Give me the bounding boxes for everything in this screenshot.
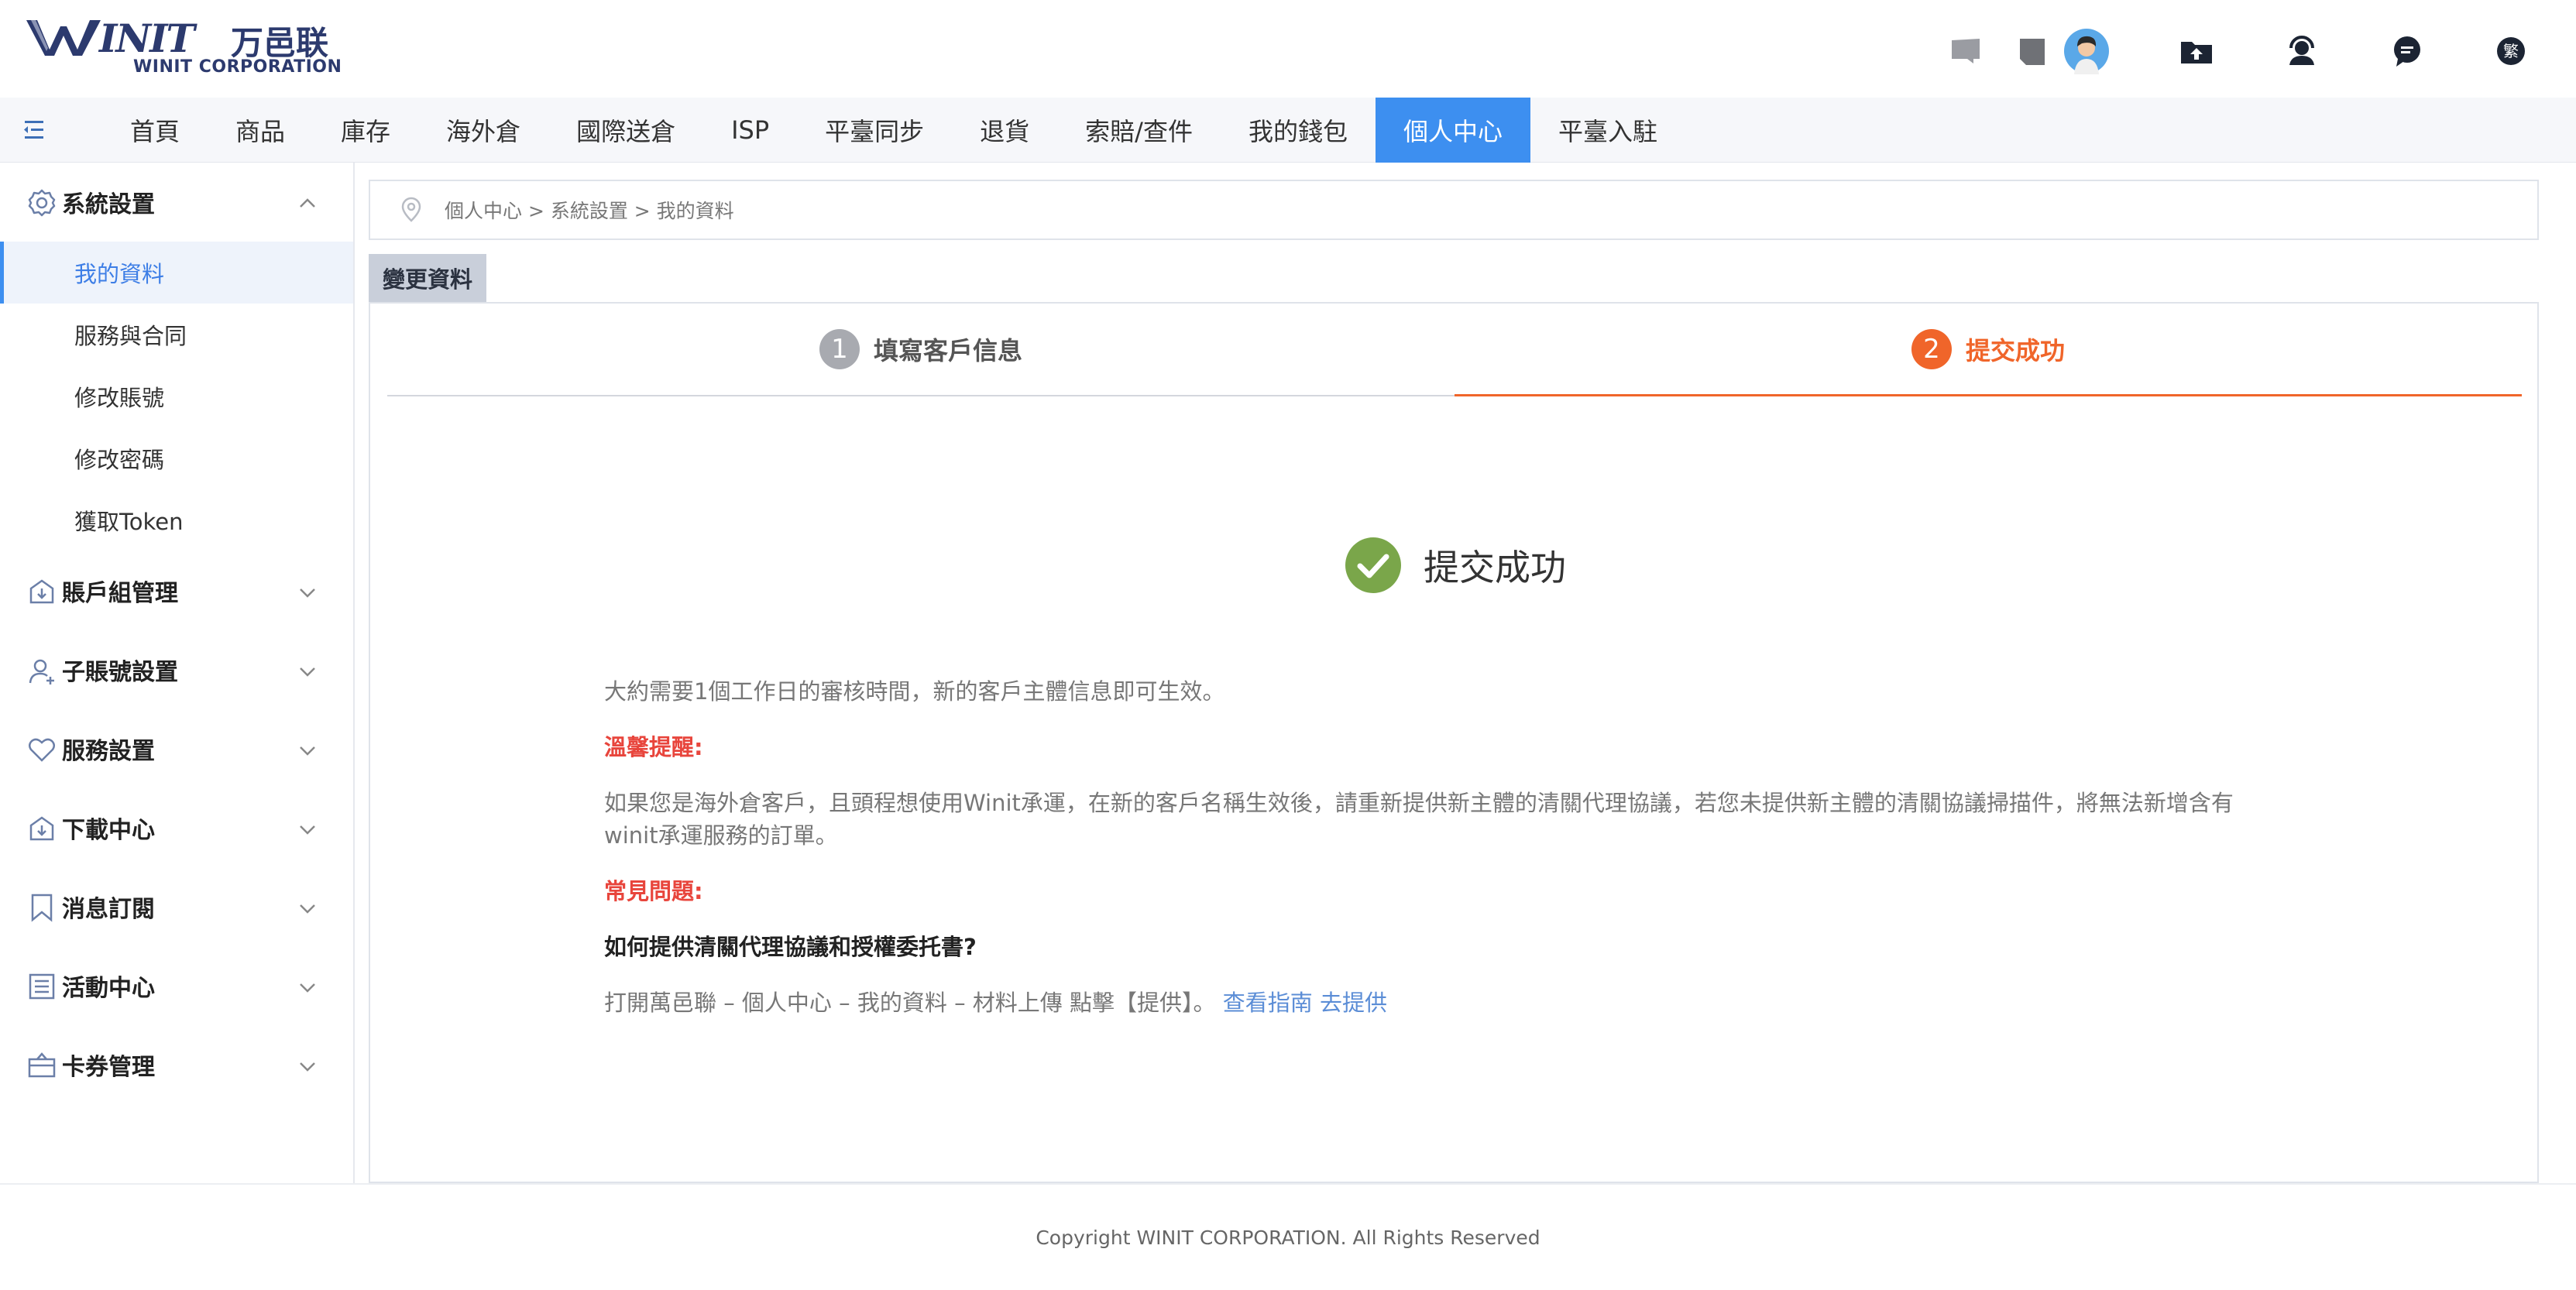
sidebar-group-label: 子賬號設置	[62, 659, 178, 686]
winit-w-mark-icon	[26, 20, 101, 56]
step-submit-success: 2 提交成功	[1455, 304, 2522, 396]
step-label: 提交成功	[1965, 335, 2065, 365]
sidebar-group-account-groups[interactable]: 賬戶組管理	[0, 551, 353, 630]
reminder-text-line1: 如果您是海外倉客戶，且頭程想使用Winit承運，在新的客戶名稱生效後，請重新提供…	[604, 790, 2234, 816]
tab-change-profile[interactable]: 變更資料	[369, 254, 486, 302]
message-icon[interactable]	[2387, 31, 2427, 71]
sidebar-item-services-contracts[interactable]: 服務與合同	[0, 304, 353, 365]
avatar[interactable]	[2063, 28, 2110, 74]
nav-item-wallet[interactable]: 我的錢包	[1221, 98, 1376, 163]
sidebar-group-label: 下載中心	[62, 817, 155, 844]
chevron-down-icon	[300, 746, 315, 756]
sidebar-item-my-profile[interactable]: 我的資料	[0, 242, 353, 304]
sidebar-group-download-center[interactable]: 下載中心	[0, 788, 353, 867]
chevron-down-icon	[300, 1062, 315, 1072]
user-add-icon	[29, 659, 54, 684]
list-icon	[29, 973, 55, 1000]
nav-item-platform-sync[interactable]: 平臺同步	[797, 98, 952, 163]
nav-item-home[interactable]: 首頁	[102, 98, 208, 163]
sidebar: 系統設置 我的資料 服務與合同 修改賬號 修改密碼 獲取Token 賬戶組管理 …	[0, 163, 355, 1183]
sidebar-group-activity-center[interactable]: 活動中心	[0, 946, 353, 1025]
sidebar-group-label: 賬戶組管理	[62, 580, 178, 607]
header: INIT 万邑联 WINIT CORPORATION 繁	[0, 0, 2576, 98]
success-check-icon	[1345, 537, 1401, 593]
gear-icon	[28, 189, 56, 217]
step-number: 2	[1911, 328, 1952, 369]
breadcrumb: 個人中心 > 系統設置 > 我的資料	[369, 180, 2539, 240]
logo-subtitle: WINIT CORPORATION	[133, 57, 342, 77]
step-label: 填寫客戶信息	[873, 336, 1022, 365]
faq-question: 如何提供清關代理協議和授權委托書?	[604, 934, 977, 960]
nav-item-personal-center[interactable]: 個人中心	[1375, 98, 1530, 163]
steps-indicator: 1 填寫客戶信息 2 提交成功	[387, 304, 2522, 396]
chevron-down-icon	[300, 983, 315, 993]
nav-item-products[interactable]: 商品	[208, 98, 313, 163]
nav-item-international-shipping[interactable]: 國際送倉	[548, 98, 703, 163]
nav-item-inventory[interactable]: 庫存	[313, 98, 418, 163]
sidebar-group-sub-accounts[interactable]: 子賬號設置	[0, 630, 353, 709]
menu-collapse-icon[interactable]	[17, 113, 51, 147]
sidebar-group-label: 活動中心	[62, 975, 155, 1002]
language-label: 繁	[2503, 42, 2519, 60]
chevron-down-icon	[300, 667, 315, 677]
nav-item-platform-onboarding[interactable]: 平臺入駐	[1530, 98, 1685, 163]
chevron-down-icon	[300, 588, 315, 598]
reminder-text-line2: winit承運服務的訂單。	[604, 822, 838, 849]
sidebar-item-change-password[interactable]: 修改密碼	[0, 427, 353, 489]
note-icon[interactable]	[2012, 31, 2052, 71]
chevron-down-icon	[300, 825, 315, 835]
change-profile-panel: 1 填寫客戶信息 2 提交成功 提交成功 大約需要1個工作日的審核時間，新的客戶…	[369, 302, 2539, 1183]
account-group-icon	[29, 579, 54, 604]
chevron-down-icon	[300, 904, 315, 914]
nav-item-returns[interactable]: 退貨	[952, 98, 1057, 163]
footer-copyright: Copyright WINIT CORPORATION. All Rights …	[1036, 1226, 1540, 1249]
chevron-up-icon	[300, 198, 315, 208]
faq-answer-text: 打開萬邑聯 – 個人中心 – 我的資料 – 材料上傳 點擊【提供】。	[604, 990, 1216, 1016]
sidebar-group-message-subscription[interactable]: 消息訂閱	[0, 867, 353, 946]
success-title: 提交成功	[1424, 547, 1566, 588]
location-pin-icon	[401, 197, 421, 222]
sidebar-item-get-token[interactable]: 獲取Token	[0, 489, 353, 551]
sidebar-group-label: 系統設置	[62, 191, 155, 218]
support-agent-icon[interactable]	[2282, 31, 2322, 71]
reminder-title: 溫馨提醒:	[604, 734, 703, 760]
step-fill-customer-info: 1 填寫客戶信息	[387, 304, 1455, 396]
faq-title: 常見問題:	[604, 878, 703, 904]
bookmark-icon	[31, 894, 53, 922]
main-nav: 首頁 商品 庫存 海外倉 國際送倉 ISP 平臺同步 退貨 索賠/查件 我的錢包…	[0, 98, 2576, 163]
go-provide-link[interactable]: 去提供	[1320, 990, 1387, 1016]
view-guide-link[interactable]: 查看指南	[1223, 990, 1313, 1016]
sidebar-group-label: 消息訂閱	[62, 896, 155, 923]
step-number: 1	[819, 329, 860, 369]
winit-logo[interactable]: INIT 万邑联 WINIT CORPORATION	[26, 15, 342, 77]
nav-item-isp[interactable]: ISP	[703, 98, 797, 163]
sidebar-group-system-settings[interactable]: 系統設置	[0, 163, 353, 242]
download-icon	[29, 816, 54, 841]
review-time-text: 大約需要1個工作日的審核時間，新的客戶主體信息即可生效。	[604, 678, 1225, 705]
language-icon[interactable]: 繁	[2491, 31, 2531, 71]
breadcrumb-text: 個人中心 > 系統設置 > 我的資料	[445, 200, 734, 222]
nav-items: 首頁 商品 庫存 海外倉 國際送倉 ISP 平臺同步 退貨 索賠/查件 我的錢包…	[102, 98, 1685, 163]
heart-icon	[29, 738, 55, 762]
sidebar-item-change-account[interactable]: 修改賬號	[0, 365, 353, 427]
upload-folder-icon[interactable]	[2176, 31, 2217, 71]
nav-item-claims[interactable]: 索賠/查件	[1057, 98, 1221, 163]
sidebar-group-label: 服務設置	[62, 738, 155, 765]
coupon-icon	[28, 1052, 56, 1078]
faq-answer: 打開萬邑聯 – 個人中心 – 我的資料 – 材料上傳 點擊【提供】。 查看指南 …	[604, 985, 1387, 1017]
logo-wordmark: INIT	[99, 15, 195, 61]
sidebar-group-label: 卡券管理	[62, 1054, 155, 1081]
success-message: 提交成功	[370, 534, 2540, 596]
page: INIT 万邑联 WINIT CORPORATION 繁 首頁 商品 庫存 海外…	[0, 0, 2576, 1290]
nav-item-overseas-warehouse[interactable]: 海外倉	[418, 98, 548, 163]
sidebar-group-service-settings[interactable]: 服務設置	[0, 709, 353, 788]
sidebar-group-coupon-management[interactable]: 卡券管理	[0, 1025, 353, 1104]
chat-bubble-icon[interactable]	[1946, 31, 1986, 71]
